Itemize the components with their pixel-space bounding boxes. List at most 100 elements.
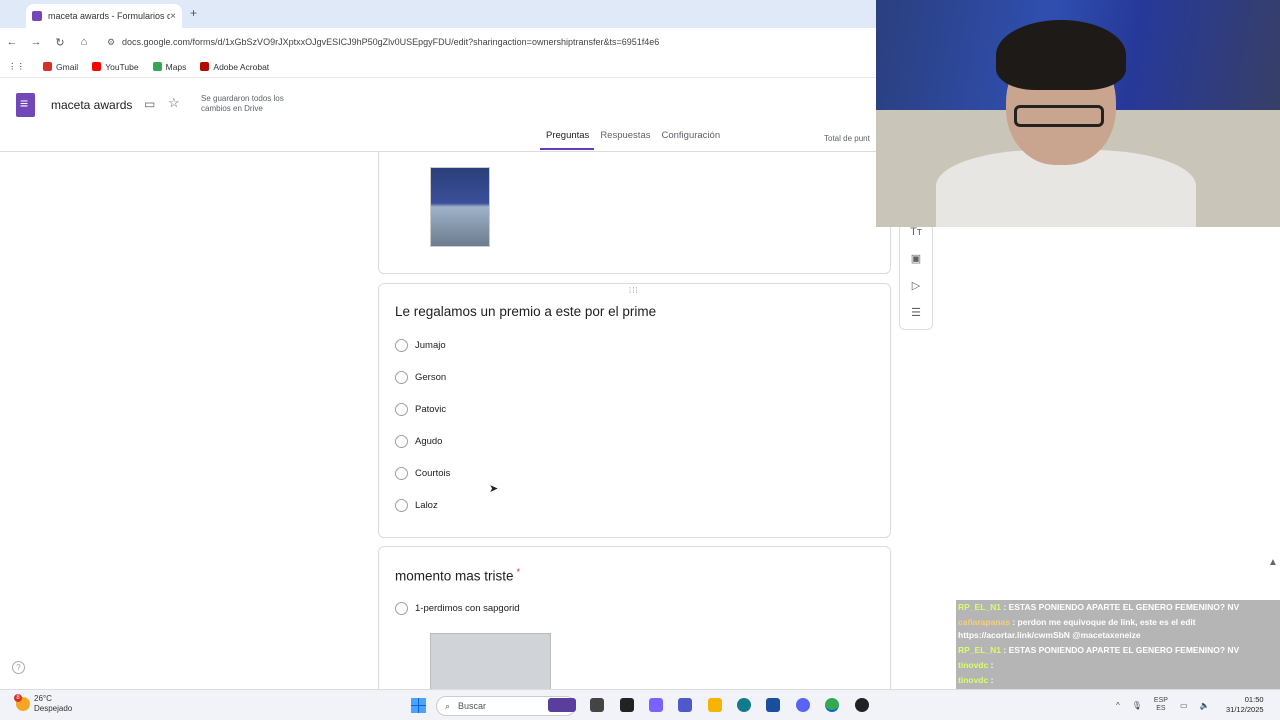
google-forms-logo-icon[interactable] [16, 93, 35, 117]
apps-icon[interactable]: ⋮⋮ [8, 61, 25, 72]
discord-icon[interactable] [796, 698, 810, 712]
folder-icon[interactable]: ▭ [144, 97, 155, 111]
add-title-icon[interactable]: Tт [909, 226, 923, 238]
chat-user: RP_EL_N1 [958, 602, 1001, 612]
help-icon[interactable]: ? [12, 661, 25, 674]
radio-button[interactable] [395, 602, 408, 615]
option-item[interactable]: 1-perdimos con sapgorid [395, 602, 520, 615]
weather-desc: Despejado [34, 704, 73, 713]
clock-date: 31/12/2025 [1226, 705, 1264, 714]
url-field[interactable]: ⚙ docs.google.com/forms/d/1xGbSzVO9rJXptx… [106, 37, 659, 48]
chat-message: RP_EL_N1 : ESTAS PONIENDO APARTE EL GENE… [958, 602, 1239, 612]
weather-sun-icon: 8 [14, 694, 30, 711]
tray-chevron-icon[interactable]: ^ [1116, 701, 1120, 710]
forms-favicon-icon [32, 11, 42, 21]
obs-icon[interactable] [855, 698, 869, 712]
copilot-icon[interactable] [548, 698, 576, 712]
youtube-icon [92, 62, 102, 71]
question-title-text: momento mas triste [395, 568, 514, 584]
home-icon[interactable]: ⌂ [72, 36, 96, 48]
form-title[interactable]: maceta awards [51, 98, 132, 112]
close-tab-icon[interactable]: × [170, 11, 176, 22]
windows-start-icon[interactable] [411, 698, 426, 713]
search-placeholder: Buscar [458, 701, 487, 711]
reload-icon[interactable]: ↻ [48, 36, 72, 49]
microphone-icon[interactable]: 🎙 [1132, 701, 1142, 710]
question-title[interactable]: Le regalamos un premio a este por el pri… [395, 304, 656, 319]
file-explorer-icon[interactable] [708, 698, 722, 712]
option-image[interactable] [430, 633, 551, 689]
maps-icon [152, 62, 162, 71]
question-title[interactable]: momento mas triste * [395, 567, 520, 584]
search-icon: ⌕ [445, 700, 451, 711]
forward-icon[interactable]: → [24, 36, 48, 48]
copilot-app-icon[interactable] [649, 698, 663, 712]
question-card[interactable]: momento mas triste * 1-perdimos con sapgo… [378, 546, 891, 689]
radio-button[interactable] [395, 435, 408, 448]
back-icon[interactable]: ← [0, 36, 24, 48]
add-video-icon[interactable]: ▷ [909, 279, 923, 292]
drag-handle-icon[interactable]: ⁞⁞⁞ [629, 286, 639, 295]
weather-widget[interactable]: 8 26°C Despejado [14, 694, 72, 714]
chrome-icon[interactable] [825, 698, 839, 712]
scroll-up-icon[interactable]: ▲ [1268, 557, 1278, 568]
tab-list-icon[interactable] [4, 6, 20, 22]
option-item[interactable]: Courtois [395, 467, 450, 480]
weather-temp: 26°C [34, 694, 52, 703]
chat-message: RP_EL_N1 : ESTAS PONIENDO APARTE EL GENE… [958, 645, 1239, 655]
radio-button[interactable] [395, 467, 408, 480]
chat-user: tinovdc [958, 660, 989, 670]
person-hair [996, 20, 1126, 90]
weather-text: 26°C Despejado [34, 694, 72, 714]
question-card[interactable]: ⁞⁞⁞ Le regalamos un premio a este por el… [378, 283, 891, 538]
teams-icon[interactable] [678, 698, 692, 712]
bookmark-label: Adobe Acrobat [213, 61, 270, 72]
add-image-icon[interactable]: ▣ [909, 252, 923, 265]
bookmark-gmail[interactable]: Gmail [43, 62, 78, 72]
radio-button[interactable] [395, 499, 408, 512]
bookmark-youtube[interactable]: YouTube [92, 61, 139, 72]
question-image[interactable] [430, 167, 490, 247]
language-indicator[interactable]: ESP ES [1154, 697, 1168, 713]
tab-preguntas[interactable]: Preguntas [540, 130, 595, 150]
radio-button[interactable] [395, 371, 408, 384]
glasses [1014, 105, 1104, 127]
windows-taskbar: 8 26°C Despejado ⌕ Buscar ^ 🎙 ESP ES ▭ 🔈 0… [0, 689, 1280, 720]
option-item[interactable]: Patovic [395, 403, 446, 416]
chat-user: RP_EL_N1 [958, 645, 1001, 655]
image-question-card[interactable] [378, 152, 891, 274]
bookmark-adobe[interactable]: Adobe Acrobat [200, 62, 269, 72]
bookmark-maps[interactable]: Maps [152, 61, 187, 72]
chat-text: : ESTAS PONIENDO APARTE EL GENERO FEMENI… [1003, 645, 1240, 655]
browser-tab[interactable]: maceta awards - Formularios d × [26, 4, 182, 28]
option-label: Agudo [415, 436, 443, 447]
address-bar-row: ← → ↻ ⌂ ⚙ docs.google.com/forms/d/1xGbSzV… [0, 28, 876, 56]
store-icon[interactable] [766, 698, 780, 712]
network-icon[interactable]: ▭ [1180, 701, 1188, 710]
option-label: Gerson [415, 372, 447, 383]
site-info-icon[interactable]: ⚙ [106, 37, 116, 48]
gmail-icon [43, 62, 52, 71]
option-item[interactable]: Laloz [395, 499, 438, 512]
option-label: Laloz [415, 500, 438, 511]
chat-user: tinovdc [958, 675, 989, 685]
option-item[interactable]: Agudo [395, 435, 442, 448]
radio-button[interactable] [395, 339, 408, 352]
radio-button[interactable] [395, 403, 408, 416]
side-toolbar: Tт ▣ ▷ ☰ [899, 223, 933, 330]
clock-time: 01:50 [1244, 695, 1264, 704]
edge-icon[interactable] [737, 698, 751, 712]
add-section-icon[interactable]: ☰ [909, 306, 923, 319]
tab-configuracion[interactable]: Configuración [655, 130, 725, 150]
star-icon[interactable]: ☆ [168, 95, 180, 111]
option-item[interactable]: Jumajo [395, 339, 446, 352]
tab-respuestas[interactable]: Respuestas [594, 130, 655, 150]
bookmark-label: Maps [165, 61, 187, 72]
task-view-icon[interactable] [590, 698, 604, 712]
option-item[interactable]: Gerson [395, 371, 446, 384]
capcut-icon[interactable] [620, 698, 634, 712]
volume-icon[interactable]: 🔈 [1200, 701, 1210, 710]
new-tab-button[interactable]: + [190, 6, 197, 20]
bookmark-label: YouTube [105, 61, 139, 72]
clock[interactable]: 01:50 31/12/2025 [1226, 695, 1264, 715]
